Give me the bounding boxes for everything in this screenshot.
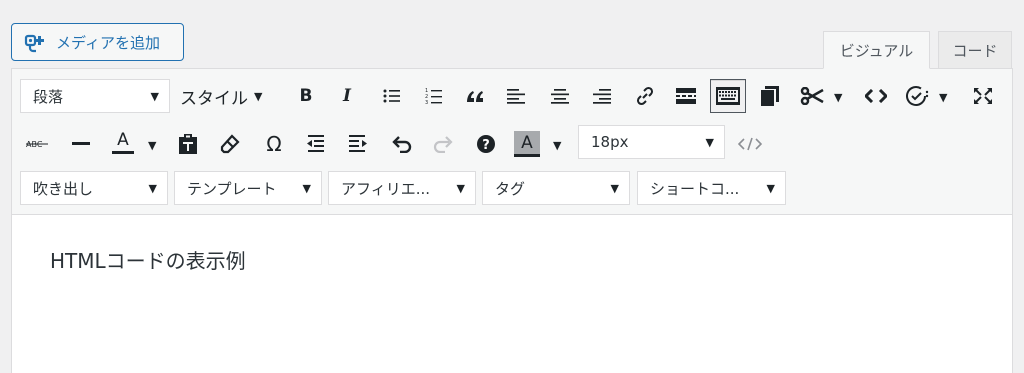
balloon-select[interactable]: 吹き出し ▼ [20, 171, 168, 205]
align-right-icon [593, 89, 611, 104]
italic-icon: I [343, 86, 351, 106]
code-tag-icon [738, 137, 762, 151]
align-center-icon [551, 89, 569, 104]
chevron-down-icon: ▼ [150, 89, 159, 103]
copy-button[interactable] [758, 81, 782, 111]
chevron-down-icon[interactable]: ▼ [553, 139, 561, 152]
font-size-value: 18px [591, 133, 629, 151]
cut-button[interactable] [798, 81, 826, 111]
chevron-down-icon: ▼ [610, 181, 619, 195]
outdent-button[interactable] [304, 129, 328, 159]
balloon-select-label: 吹き出し [33, 179, 94, 198]
format-select-value: 段落 [33, 87, 64, 106]
source-code-button[interactable] [864, 81, 888, 111]
italic-button[interactable]: I [337, 81, 357, 111]
horizontal-line-icon [72, 142, 90, 145]
template-select-label: テンプレート [187, 179, 277, 198]
chevron-down-icon[interactable]: ▼ [834, 91, 842, 104]
indent-icon [349, 135, 367, 152]
editor-toolbar: 段落 ▼ スタイル ▼ B I 123 ▼ ▼ ABC A ▼ Ω ? A ▼ … [12, 69, 1012, 215]
numbered-list-icon: 123 [425, 88, 442, 105]
shortcode-select-label: ショートコ... [650, 179, 740, 198]
keyboard-icon [716, 87, 740, 105]
redo-icon [433, 136, 453, 153]
eraser-icon [220, 134, 240, 154]
tab-visual[interactable]: ビジュアル [823, 31, 930, 69]
special-character-button[interactable]: Ω [262, 129, 286, 159]
align-right-button[interactable] [591, 81, 613, 111]
chevron-down-icon: ▼ [148, 181, 157, 195]
chevron-down-icon: ▼ [766, 181, 775, 195]
align-left-icon [507, 89, 525, 104]
clear-formatting-button[interactable] [218, 129, 242, 159]
chevron-down-icon: ▼ [302, 181, 311, 195]
bullet-list-button[interactable] [380, 81, 404, 111]
shortcode-select[interactable]: ショートコ... ▼ [637, 171, 786, 205]
align-center-button[interactable] [549, 81, 571, 111]
quote-icon [467, 91, 483, 102]
paste-as-text-button[interactable] [177, 129, 199, 159]
toolbar-toggle-button[interactable] [710, 79, 746, 113]
strikethrough-button[interactable]: ABC [25, 129, 51, 159]
read-more-icon [676, 88, 696, 104]
undo-icon [392, 136, 412, 153]
media-add-icon [24, 31, 48, 53]
add-media-label: メディアを追加 [56, 33, 160, 52]
chevron-down-icon: ▼ [456, 181, 465, 195]
bold-button[interactable]: B [296, 81, 316, 111]
chevron-down-icon: ▼ [705, 135, 714, 149]
text-color-button[interactable]: A [110, 127, 136, 157]
bold-icon: B [299, 86, 313, 106]
blockquote-button[interactable] [463, 81, 487, 111]
text-color-icon: A [117, 129, 129, 150]
help-icon: ? [477, 135, 495, 153]
font-size-select[interactable]: 18px ▼ [578, 125, 725, 159]
horizontal-line-button[interactable] [70, 129, 92, 159]
undo-button[interactable] [390, 129, 414, 159]
template-select[interactable]: テンプレート ▼ [174, 171, 322, 205]
fullscreen-icon [974, 88, 992, 104]
svg-text:?: ? [482, 138, 490, 153]
editor-content[interactable]: HTMLコードの表示例 [50, 245, 246, 274]
numbered-list-button[interactable]: 123 [422, 81, 446, 111]
strikethrough-icon: ABC [26, 140, 48, 149]
html-tag-button[interactable] [736, 129, 764, 159]
tag-select[interactable]: タグ ▼ [482, 171, 630, 205]
scissors-icon [800, 87, 824, 105]
highlight-color-button[interactable]: A [514, 129, 540, 159]
chevron-down-icon: ▼ [254, 89, 263, 103]
tag-select-label: タグ [495, 179, 526, 198]
link-icon [636, 86, 654, 106]
highlight-icon: A [514, 131, 540, 157]
affiliate-select[interactable]: アフィリエ... ▼ [328, 171, 476, 205]
affiliate-select-label: アフィリエ... [341, 179, 431, 198]
style-dropdown-label: スタイル [180, 88, 248, 109]
code-brackets-icon [865, 89, 887, 103]
read-more-button[interactable] [674, 81, 698, 111]
chevron-down-icon[interactable]: ▼ [939, 91, 947, 104]
copy-icon [761, 86, 779, 106]
timer-button[interactable] [904, 81, 932, 111]
format-select[interactable]: 段落 ▼ [20, 79, 170, 113]
style-dropdown[interactable]: スタイル ▼ [180, 81, 262, 111]
insert-link-button[interactable] [633, 81, 657, 111]
text-color-swatch [112, 150, 134, 154]
align-left-button[interactable] [505, 81, 527, 111]
redo-button[interactable] [431, 129, 455, 159]
clock-check-icon [906, 86, 929, 106]
tab-code[interactable]: コード [938, 31, 1012, 69]
clipboard-icon [179, 134, 197, 154]
bullet-list-icon [383, 89, 400, 103]
outdent-icon [307, 135, 324, 152]
editor-area: 段落 ▼ スタイル ▼ B I 123 ▼ ▼ ABC A ▼ Ω ? A ▼ … [11, 68, 1013, 373]
fullscreen-button[interactable] [970, 81, 996, 111]
chevron-down-icon[interactable]: ▼ [148, 139, 156, 152]
indent-button[interactable] [347, 129, 371, 159]
omega-icon: Ω [266, 132, 282, 156]
help-button[interactable]: ? [474, 129, 498, 159]
add-media-button[interactable]: メディアを追加 [11, 23, 184, 61]
svg-text:3: 3 [425, 100, 428, 105]
